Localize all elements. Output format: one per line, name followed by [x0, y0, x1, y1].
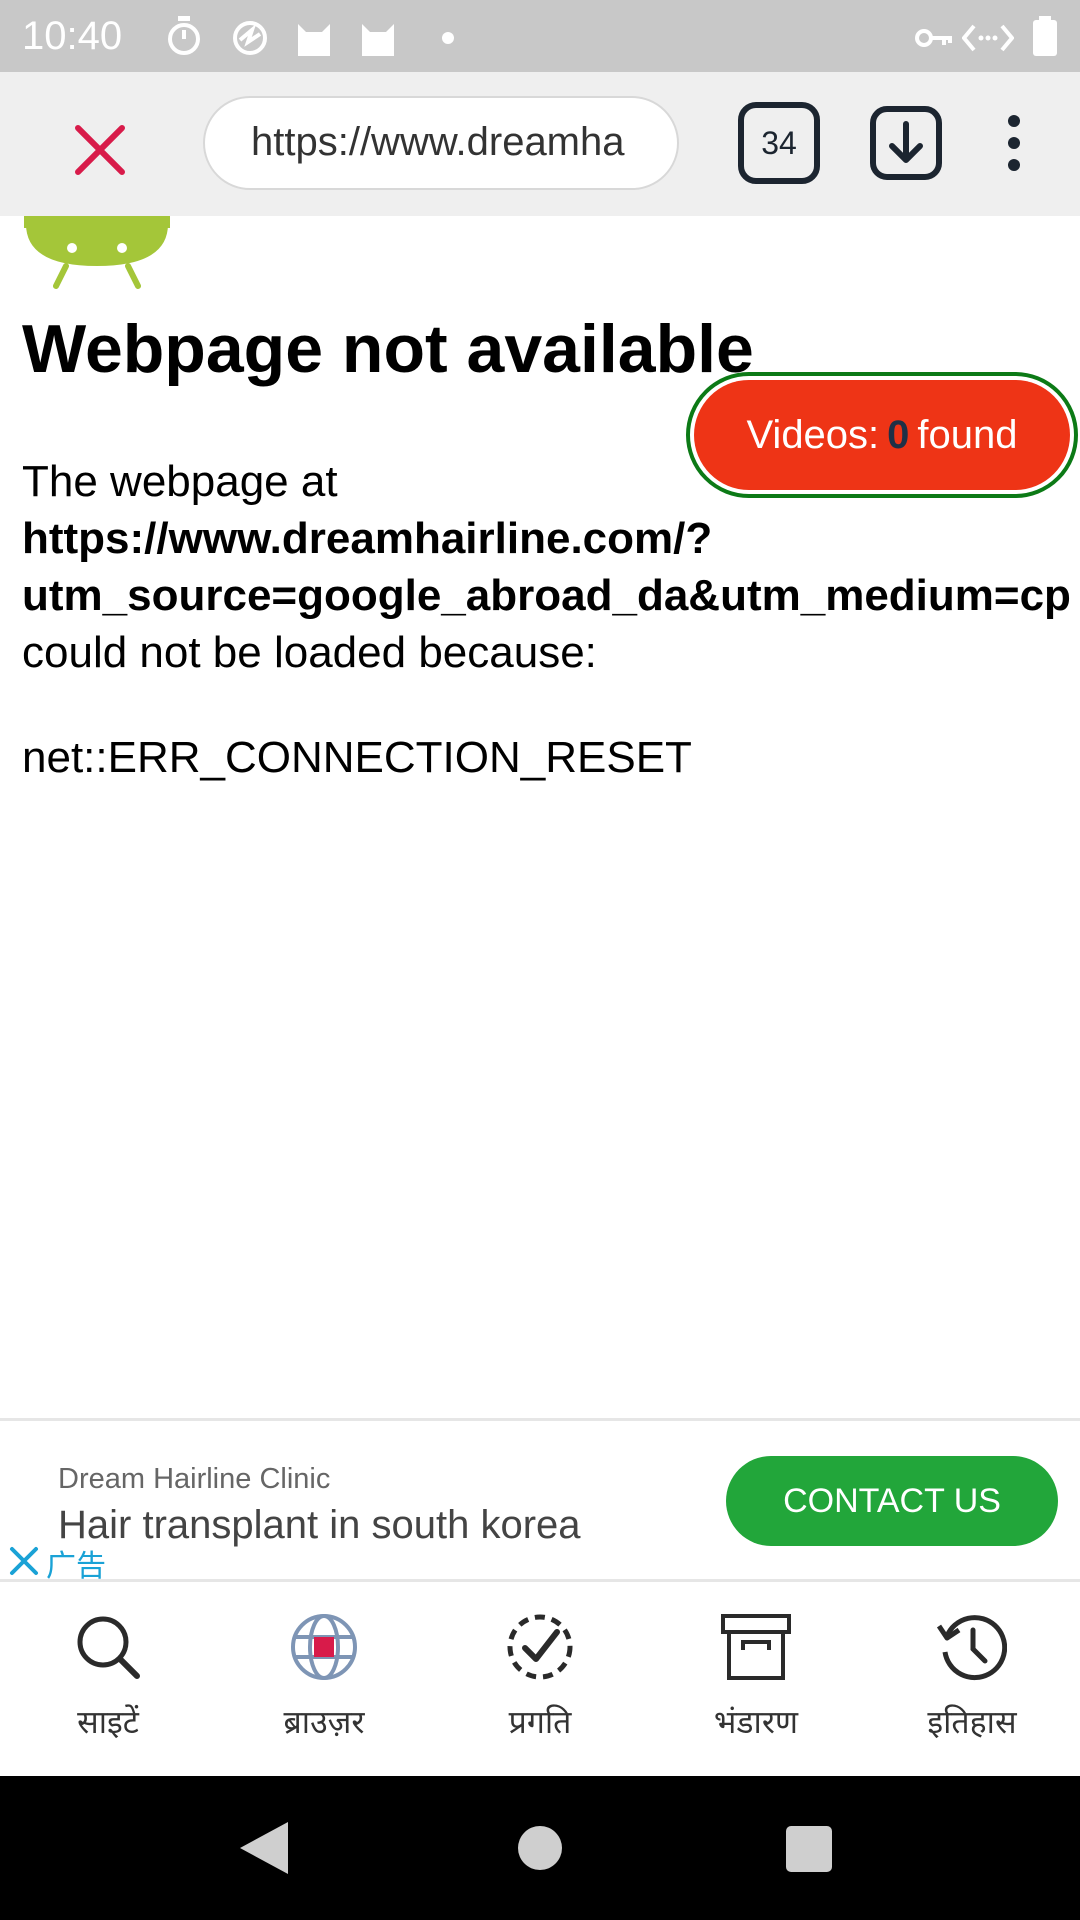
ad-headline: Hair transplant in south korea	[58, 1503, 581, 1547]
error-url-line-1: https://www.dreamhairline.com/?	[22, 514, 713, 563]
nav-label-browser: ब्राउज़र	[283, 1704, 365, 1740]
error-code: net::ERR_CONNECTION_RESET	[22, 733, 692, 782]
sync-circle-icon	[233, 21, 267, 55]
home-icon[interactable]	[518, 1826, 562, 1870]
error-intro: The webpage at	[22, 457, 338, 506]
nav-label-history: इतिहास	[927, 1704, 1017, 1740]
data-transfer-icon	[962, 24, 1014, 52]
videos-found-button[interactable]: Videos: 0 found	[686, 372, 1078, 498]
bottom-navigation: साइटें ब्राउज़र प्रगति भंडारण इतिहास	[0, 1582, 1080, 1776]
cat-icon	[298, 24, 330, 56]
more-menu-icon[interactable]	[1000, 115, 1028, 171]
contact-us-button[interactable]: CONTACT US	[726, 1456, 1058, 1546]
stopwatch-icon	[168, 16, 200, 55]
status-bar: 10:40	[0, 0, 1080, 72]
nav-item-history[interactable]: इतिहास	[864, 1582, 1080, 1776]
system-navigation-bar	[0, 1776, 1080, 1920]
archive-icon	[721, 1614, 791, 1680]
nav-item-sites[interactable]: साइटें	[0, 1582, 216, 1776]
videos-found-badge: Videos: 0 found	[694, 380, 1070, 490]
vpn-key-icon	[915, 29, 952, 47]
android-logo-icon	[24, 216, 170, 289]
videos-count: 0	[887, 412, 910, 457]
nav-label-sites: साइटें	[77, 1704, 139, 1740]
contact-us-label: CONTACT US	[783, 1481, 1001, 1520]
recent-apps-icon[interactable]	[786, 1826, 832, 1872]
url-bar[interactable]: https://www.dreamha	[203, 96, 679, 190]
nav-item-browser[interactable]: ब्राउज़र	[216, 1582, 432, 1776]
history-icon	[937, 1615, 1007, 1681]
battery-icon	[1033, 16, 1057, 56]
nav-label-progress: प्रगति	[508, 1704, 572, 1740]
videos-suffix: found	[917, 412, 1018, 457]
nav-item-progress[interactable]: प्रगति	[432, 1582, 648, 1776]
tab-count: 34	[761, 124, 797, 161]
globe-icon	[291, 1614, 357, 1680]
nav-label-storage: भंडारण	[713, 1704, 799, 1740]
progress-check-icon	[507, 1614, 573, 1680]
notification-dot-icon	[442, 32, 454, 44]
cat-icon	[362, 24, 394, 56]
nav-item-storage[interactable]: भंडारण	[648, 1582, 864, 1776]
ad-label: 广告	[46, 1550, 106, 1583]
search-icon	[77, 1616, 140, 1679]
ad-banner[interactable]: Dream Hairline Clinic Hair transplant in…	[0, 1418, 1080, 1583]
tab-count-button[interactable]: 34	[738, 102, 820, 184]
page-title: Webpage not available	[22, 311, 754, 387]
close-icon[interactable]	[70, 120, 130, 180]
back-icon[interactable]	[238, 1820, 290, 1876]
download-icon[interactable]	[870, 106, 942, 180]
error-url-line-2: utm_source=google_abroad_da&utm_medium=c…	[22, 571, 1071, 620]
error-reason: could not be loaded because:	[22, 628, 597, 677]
status-time: 10:40	[22, 14, 123, 58]
ad-close-icon[interactable]	[8, 1545, 40, 1577]
videos-label: Videos:	[746, 412, 880, 457]
ad-advertiser: Dream Hairline Clinic	[58, 1463, 331, 1495]
url-text: https://www.dreamha	[251, 120, 625, 164]
